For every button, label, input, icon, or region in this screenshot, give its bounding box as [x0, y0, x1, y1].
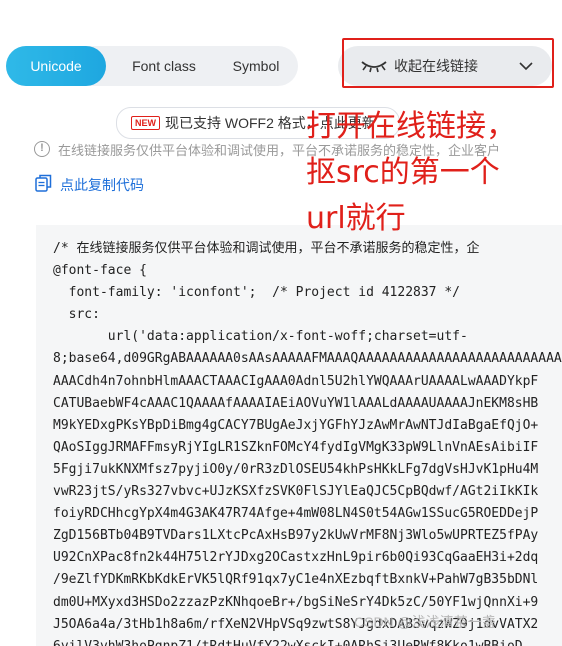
code-line: src:	[68, 307, 100, 323]
annotation-line-2: 抠src的第一个	[306, 155, 500, 190]
code-line: 8;base64,d09GRgABAAAAAA0sAAsAAAAAFMAAAQA…	[53, 351, 562, 367]
code-line: @font-face {	[53, 263, 147, 279]
code-line: 5Fgji7ukKNXMfsz7pyjiO0y/0rR3zDlOSEU54khP…	[53, 461, 539, 477]
code-line: AAACdh4n7ohnbHlmAAACTAAACIgAAA0Adnl5U2hl…	[53, 373, 539, 389]
code-line: /9eZlfYDKmRKbKdkErVK5lQRf91qx7yC1e4nXEzb…	[53, 572, 539, 588]
code-line: CATUBaebWF4cAAAC1QAAAAfAAAAIAEiAOVuYW1lA…	[53, 395, 539, 411]
highlight-box	[342, 38, 554, 88]
tab-unicode[interactable]: Unicode	[6, 46, 106, 86]
code-line: U92CnXPac8fn2k44H75l2rYJDxg2OCastxzHnL9p…	[53, 550, 539, 566]
info-icon: !	[34, 141, 50, 157]
code-text: /* 在线链接服务仅供平台体验和调试使用，平台不承诺服务的稳定性，企 @font…	[36, 225, 562, 646]
code-line: /* 在线链接服务仅供平台体验和调试使用，平台不承诺服务的稳定性，企	[53, 241, 480, 256]
code-line: ZgD156BTb04B9TVDars1LXtcPcAxHsB97y2kUwVr…	[53, 528, 539, 544]
code-line: font-family: 'iconfont'; /* Project id 4…	[68, 285, 460, 301]
copy-icon[interactable]	[35, 174, 52, 192]
code-line: 6vilV3vhW3hoPgnpZ1/tRdtHuVfY22wXsckI+0AR…	[53, 639, 523, 646]
annotation-line-3: url就行	[306, 201, 406, 236]
annotation-line-1: 打开在线链接，	[306, 109, 516, 144]
code-line: foiyRDCHhcgYpX4m4G3AK47R74Afge+4mW08LN4S…	[53, 506, 539, 522]
code-line: dm0U+MXyxd3HSDo2zzazPzKNhqoeBr+/bgSiNeSr…	[53, 594, 539, 610]
red-annotation: 打开在线链接， 抠src的第一个 url就行	[306, 104, 516, 242]
code-line: QAoSIggJRMAFFmsyRjYIgLR1SZknFOMcY4fydIgV…	[53, 439, 539, 455]
code-line: M9kYEDxgPKsYBpDiBmg4gCACY7BUgAeJxjYGFhYJ…	[53, 417, 539, 433]
code-line: vwR23jtS/yRs327vbvc+UJzKSXfzSVK0FlSJYlEa…	[53, 484, 539, 500]
tab-symbol[interactable]: Symbol	[216, 46, 296, 86]
icon-type-tabs: Unicode Font class Symbol	[6, 46, 298, 86]
new-badge: NEW	[131, 116, 160, 130]
code-line: url('data:application/x-font-woff;charse…	[107, 329, 468, 345]
tab-font-class[interactable]: Font class	[114, 46, 214, 86]
watermark: CSDN @浅浅清茶一盏	[354, 614, 496, 630]
font-face-code-block: /* 在线链接服务仅供平台体验和调试使用，平台不承诺服务的稳定性，企 @font…	[36, 225, 562, 646]
copy-code-link[interactable]: 点此复制代码	[60, 175, 144, 195]
